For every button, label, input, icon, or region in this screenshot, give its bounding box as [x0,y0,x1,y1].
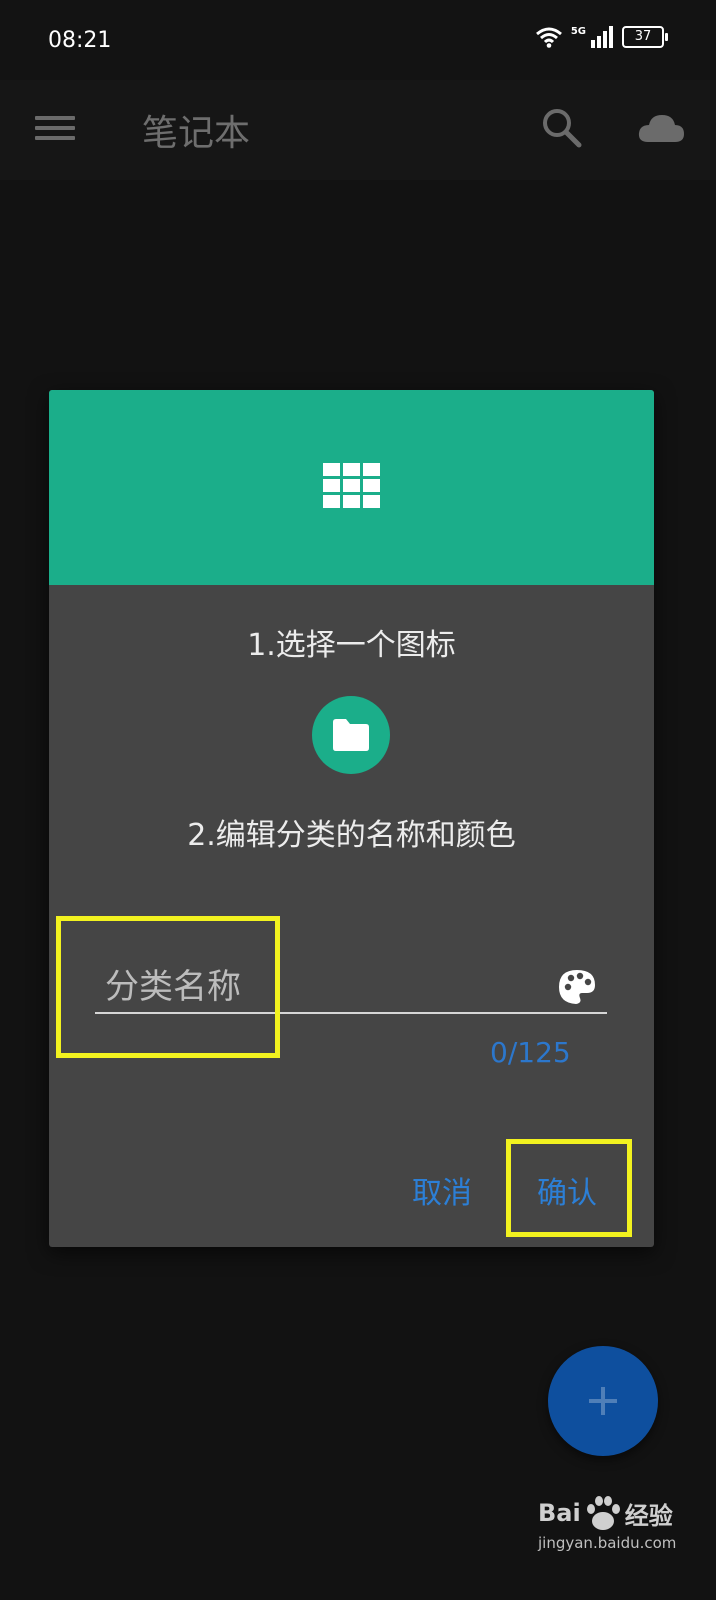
menu-icon[interactable] [35,110,75,150]
cloud-icon[interactable] [636,110,686,146]
palette-icon[interactable] [557,968,597,1006]
add-fab-button[interactable] [548,1346,658,1456]
watermark-logo: Bai 经验 [538,1494,708,1532]
watermark-logo-left: Bai [538,1499,581,1527]
char-counter: 0/125 [490,1036,571,1069]
grid-icon[interactable] [323,463,381,509]
add-category-dialog: 1.选择一个图标 2.编辑分类的名称和颜色 0/125 取消 确认 [49,390,654,1247]
step1-label: 1.选择一个图标 [247,628,456,663]
baidu-watermark: Bai 经验 jingyan.baidu.com [538,1494,708,1584]
paw-icon [586,1496,620,1530]
status-time: 08:21 [48,28,112,53]
search-icon[interactable] [540,106,584,150]
watermark-subtitle: jingyan.baidu.com [538,1534,677,1552]
watermark-logo-right: 经验 [624,1501,673,1530]
page-title: 笔记本 [142,113,251,154]
folder-icon-button[interactable] [312,696,390,774]
status-bar: 08:21 5G 37 [0,0,716,80]
wifi-icon [535,27,562,48]
app-bar: 笔记本 [0,80,716,180]
step2-label: 2.编辑分类的名称和颜色 [187,818,516,853]
signal-icon [591,26,613,48]
folder-icon [333,719,369,751]
cancel-button[interactable]: 取消 [412,1168,472,1212]
plus-icon [589,1387,617,1415]
dialog-header [49,390,654,585]
network-type: 5G [570,26,586,37]
status-icons: 5G 37 [535,26,668,48]
confirm-button[interactable]: 确认 [537,1168,597,1212]
category-name-input[interactable] [103,962,547,1012]
battery-level: 37 [634,29,652,44]
category-name-field [95,950,607,1014]
battery-icon: 37 [622,26,668,48]
